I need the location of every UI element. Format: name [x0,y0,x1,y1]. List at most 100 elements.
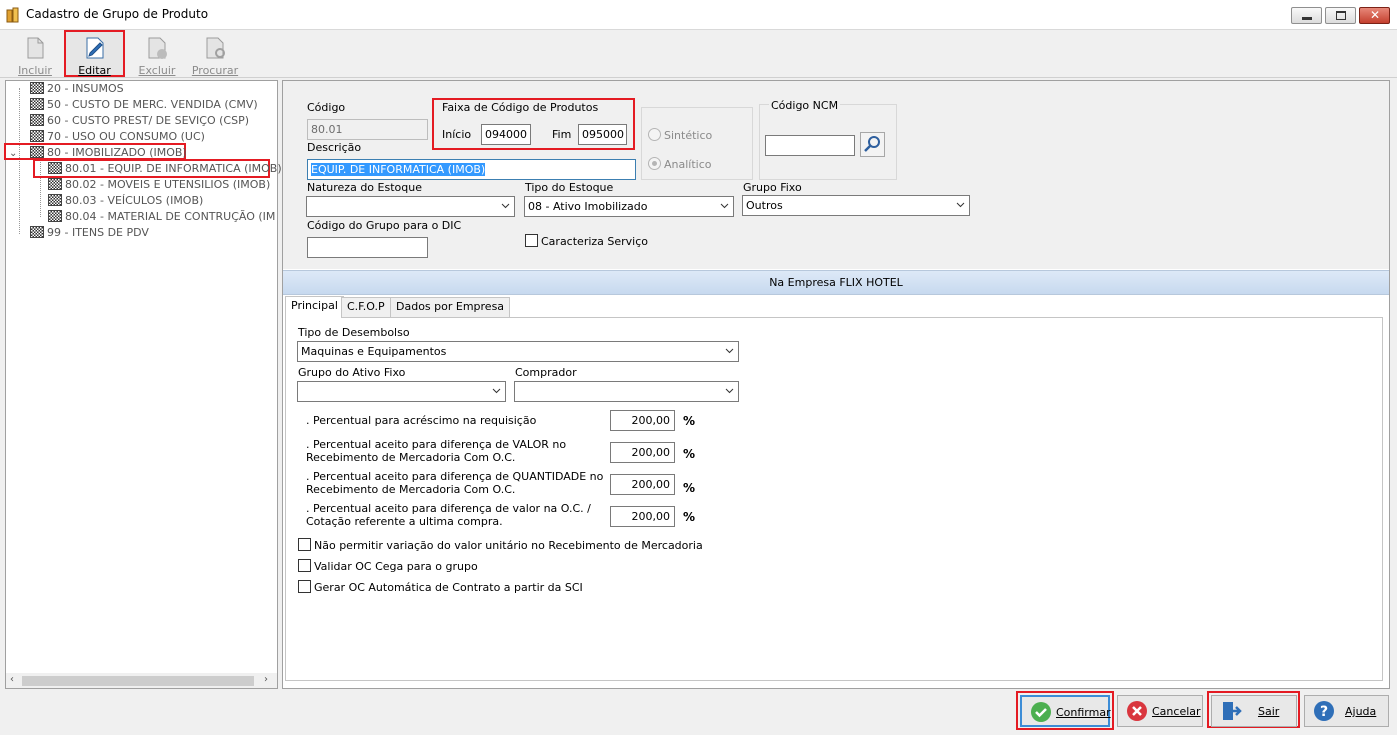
folder-icon [30,146,44,158]
tab-principal[interactable]: Principal [285,296,344,318]
check-icon [1031,702,1051,722]
folder-icon [30,82,44,94]
editar-button[interactable]: Editar [64,30,125,77]
scroll-left-icon[interactable]: ‹ [10,674,14,685]
pct2-field[interactable]: 200,00 [610,442,675,463]
folder-icon [48,194,62,206]
close-button[interactable]: ✕ [1359,7,1390,24]
chevron-down-icon [725,348,734,354]
tree-item-label: 50 - CUSTO DE MERC. VENDIDA (CMV) [47,98,258,111]
tree-item-imobilizado[interactable]: 80 - IMOBILIZADO (IMOB) [30,146,187,159]
tipo-desembolso-select[interactable]: Maquinas e Equipamentos [297,341,739,362]
maximize-icon [1336,11,1346,20]
faixa-label: Faixa de Código de Produtos [442,101,599,114]
minimize-icon [1302,17,1312,20]
tipo-estoque-select[interactable]: 08 - Ativo Imobilizado [524,196,734,217]
caracteriza-servico-checkbox[interactable] [525,234,538,247]
confirmar-button[interactable]: Confirmar [1020,695,1111,727]
chevron-down-icon [956,202,965,208]
analitico-radio[interactable] [648,157,661,170]
percent-icon: % [683,481,696,495]
comprador-select[interactable] [514,381,739,402]
confirmar-label: Confirmar [1056,706,1111,719]
tree-item[interactable]: 20 - INSUMOS [30,82,124,95]
analitico-label: Analítico [664,158,712,171]
tree-item[interactable]: 80.03 - VEÍCULOS (IMOB) [48,194,203,207]
nao-permitir-variacao-checkbox[interactable] [298,538,311,551]
chevron-down-icon [501,203,510,209]
tree-item[interactable]: 99 - ITENS DE PDV [30,226,149,239]
fim-field[interactable]: 095000 [578,124,627,145]
percent-icon: % [683,510,696,524]
cancelar-button[interactable]: Cancelar [1117,695,1203,727]
caracteriza-servico-label: Caracteriza Serviço [541,235,649,248]
tree-item-label: 70 - USO OU CONSUMO (UC) [47,130,205,143]
exit-icon [1223,702,1242,720]
fim-label: Fim [552,128,572,141]
close-icon: ✕ [1370,8,1381,22]
pct2-label: . Percentual aceito para diferença de VA… [306,438,567,451]
pct3-label: . Percentual aceito para diferença de QU… [306,470,604,483]
pct1-label: . Percentual para acréscimo na requisiçã… [306,414,537,427]
sintetico-radio[interactable] [648,128,661,141]
excluir-button[interactable]: Excluir [130,31,184,77]
delete-document-icon [148,37,167,59]
tipo-desembolso-label: Tipo de Desembolso [298,326,410,339]
tree-expand-toggle[interactable]: ⌄ [9,146,17,159]
tree-item-label: 99 - ITENS DE PDV [47,226,149,239]
pct2-label-line2: Recebimento de Mercadoria Com O.C. [306,451,516,464]
chevron-down-icon [492,388,501,394]
ncm-search-button[interactable] [860,132,885,157]
natureza-label: Natureza do Estoque [307,181,422,194]
comprador-label: Comprador [515,366,577,379]
scroll-right-icon[interactable]: › [264,674,268,685]
chevron-down-icon [725,388,734,394]
tree-item[interactable]: 50 - CUSTO DE MERC. VENDIDA (CMV) [30,98,258,111]
editar-label: Editar [78,64,111,77]
grupo-fixo-select[interactable]: Outros [742,195,970,216]
tree-item[interactable]: 80.04 - MATERIAL DE CONTRUÇÃO (IMOB) [48,210,276,223]
tab-dados-por-empresa[interactable]: Dados por Empresa [390,297,511,317]
pct1-field[interactable]: 200,00 [610,410,675,431]
scrollbar-thumb[interactable] [22,676,254,686]
incluir-label: Incluir [18,64,52,77]
cancelar-label: Cancelar [1152,705,1201,718]
minimize-button[interactable] [1291,7,1322,24]
codigo-field[interactable]: 80.01 [307,119,428,140]
pct3-field[interactable]: 200,00 [610,474,675,495]
folder-icon [48,178,62,190]
incluir-button[interactable]: Incluir [8,31,62,77]
maximize-button[interactable] [1325,7,1356,24]
search-icon [864,136,880,152]
pct4-field[interactable]: 200,00 [610,506,675,527]
pct3-label-line2: Recebimento de Mercadoria Com O.C. [306,483,516,496]
gerar-oc-automatica-checkbox[interactable] [298,580,311,593]
tree-item[interactable]: 60 - CUSTO PREST/ DE SEVIÇO (CSP) [30,114,249,127]
ajuda-label: Ajuda [1345,705,1377,718]
dic-label: Código do Grupo para o DIC [307,219,462,232]
percent-icon: % [683,447,696,461]
new-document-icon [27,37,44,59]
ajuda-button[interactable]: ? Ajuda [1304,695,1389,727]
tree-item[interactable]: 80.02 - MOVEIS E UTENSILIOS (IMOB) [48,178,270,191]
grupo-ativo-select[interactable] [297,381,506,402]
sair-button[interactable]: Sair [1211,695,1297,727]
dic-field[interactable] [307,237,428,258]
natureza-select[interactable] [306,196,515,217]
tree-item[interactable]: 70 - USO OU CONSUMO (UC) [30,130,205,143]
tab-cfop[interactable]: C.F.O.P [341,297,391,317]
inicio-field[interactable]: 094000 [481,124,531,145]
validar-oc-cega-checkbox[interactable] [298,559,311,572]
tree-item-label: 80.01 - EQUIP. DE INFORMATICA (IMOB) [65,162,282,175]
title-bar [0,0,1397,30]
descricao-field[interactable]: EQUIP. DE INFORMATICA (IMOB) [307,159,636,180]
tree-item-selected[interactable]: 80.01 - EQUIP. DE INFORMATICA (IMOB) [48,162,282,175]
procurar-button[interactable]: Procurar [188,31,242,77]
grupo-fixo-label: Grupo Fixo [743,181,802,194]
ncm-field[interactable] [765,135,855,156]
chevron-down-icon [720,203,729,209]
folder-icon [48,162,62,174]
grupo-fixo-value: Outros [746,199,783,212]
nao-permitir-variacao-label: Não permitir variação do valor unitário … [314,539,703,552]
ncm-label: Código NCM [769,99,841,112]
